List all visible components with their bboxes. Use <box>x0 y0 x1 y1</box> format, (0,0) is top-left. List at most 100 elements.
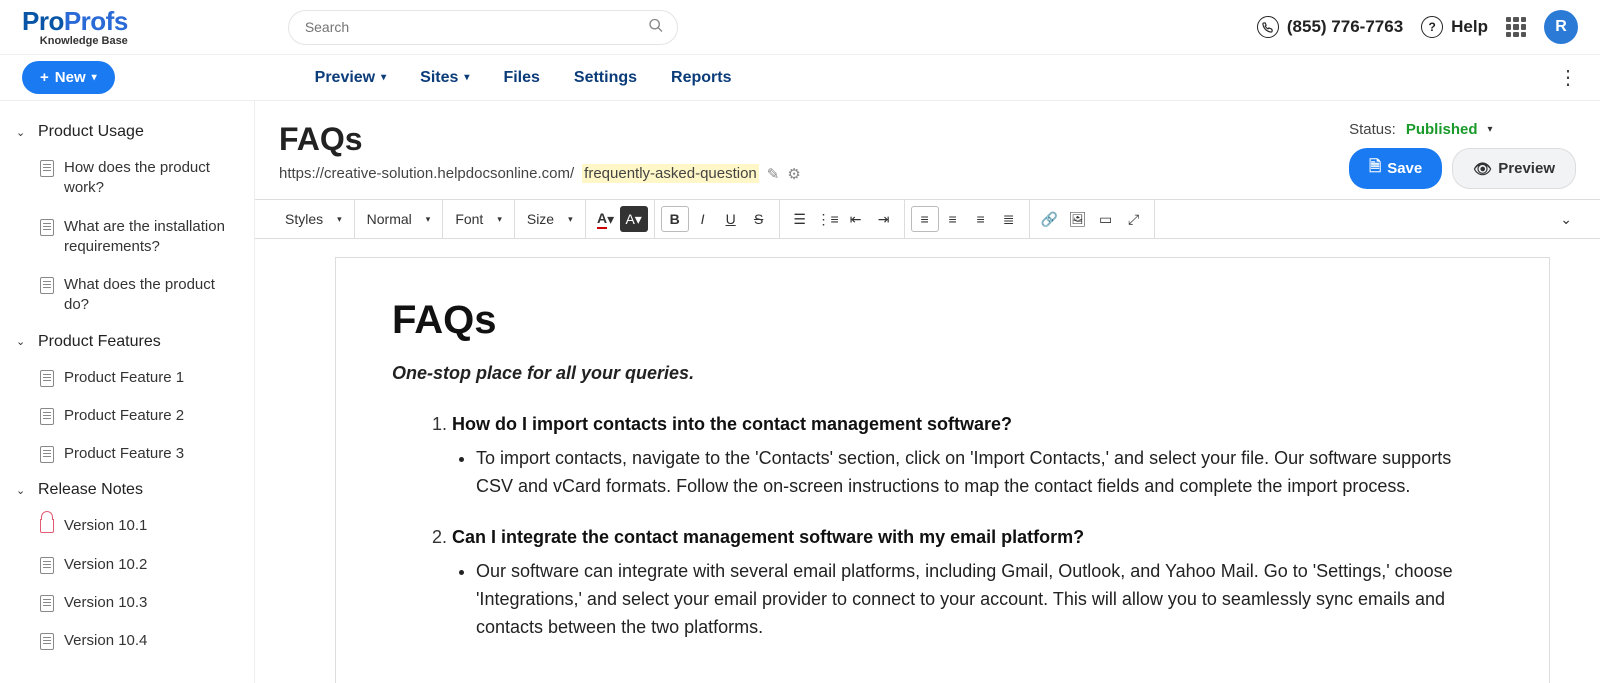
doc-h1[interactable]: FAQs <box>392 298 1493 343</box>
sidebar-section-label: Product Features <box>38 333 161 351</box>
faq-answer[interactable]: To import contacts, navigate to the 'Con… <box>476 445 1493 501</box>
tab-reports[interactable]: Reports <box>671 69 731 87</box>
brand-logo[interactable]: ProProfs Knowledge Base <box>22 8 128 47</box>
tb-size[interactable]: Size▾ <box>515 200 586 238</box>
fullscreen-icon[interactable]: ⤢ <box>1120 206 1148 232</box>
url-row: https://creative-solution.helpdocsonline… <box>279 164 801 183</box>
tab-files[interactable]: Files <box>503 69 539 87</box>
sidebar-item[interactable]: Product Feature 3 <box>0 435 254 473</box>
text-color-icon[interactable]: A▾ <box>592 206 620 232</box>
chevron-down-icon: ▾ <box>381 72 386 83</box>
underline-icon[interactable]: U <box>717 206 745 232</box>
align-center-icon[interactable]: ≡ <box>939 206 967 232</box>
chevron-down-icon: ▾ <box>568 214 573 225</box>
tab-preview[interactable]: Preview▾ <box>315 69 387 87</box>
content: FAQs https://creative-solution.helpdocso… <box>255 101 1600 683</box>
doc-icon <box>40 160 54 177</box>
edit-icon[interactable]: ✎ <box>767 165 780 183</box>
phone-icon <box>1257 16 1279 38</box>
page-title: FAQs <box>279 121 801 158</box>
tb-styles[interactable]: Styles▾ <box>273 200 355 238</box>
align-left-icon[interactable]: ≡ <box>911 206 939 232</box>
gear-icon[interactable]: ⚙ <box>787 165 800 183</box>
help-link[interactable]: ? Help <box>1421 16 1488 38</box>
tb-font[interactable]: Font▾ <box>443 200 515 238</box>
sidebar-section-release-notes[interactable]: ⌄ Release Notes <box>0 473 254 507</box>
align-right-icon[interactable]: ≡ <box>967 206 995 232</box>
more-menu-icon[interactable]: ⋮ <box>1558 65 1578 90</box>
sidebar-section-product-usage[interactable]: ⌄ Product Usage <box>0 115 254 149</box>
new-label: New <box>55 69 86 86</box>
tab-sites[interactable]: Sites▾ <box>420 69 469 87</box>
new-button[interactable]: + New ▾ <box>22 61 115 94</box>
sidebar-item[interactable]: Product Feature 2 <box>0 397 254 435</box>
avatar[interactable]: R <box>1544 10 1578 44</box>
help-icon: ? <box>1421 16 1443 38</box>
sidebar-item[interactable]: How does the product work? <box>0 149 254 208</box>
chevron-down-icon: ⌄ <box>16 335 28 348</box>
brand-pro: Pro <box>22 6 64 36</box>
faq-question[interactable]: How do I import contacts into the contac… <box>452 414 1012 434</box>
faq-item[interactable]: How do I import contacts into the contac… <box>452 414 1493 501</box>
doc-icon <box>40 557 54 574</box>
bg-color-icon[interactable]: A▾ <box>620 206 648 232</box>
outdent-icon[interactable]: ⇤ <box>842 206 870 232</box>
brand-profs: Profs <box>64 6 128 36</box>
phone-number: (855) 776-7763 <box>1287 17 1403 37</box>
toolbar-expand-icon[interactable]: ⌄ <box>1550 211 1582 228</box>
search-input[interactable] <box>288 10 678 45</box>
status-value: Published <box>1406 121 1478 138</box>
chevron-down-icon: ▾ <box>426 214 431 225</box>
sidebar-section-product-features[interactable]: ⌄ Product Features <box>0 325 254 359</box>
topbar: ProProfs Knowledge Base (855) 776-7763 ?… <box>0 0 1600 55</box>
sidebar-section-label: Product Usage <box>38 123 144 141</box>
faq-item[interactable]: Can I integrate the contact management s… <box>452 527 1493 642</box>
editor-area[interactable]: FAQs One-stop place for all your queries… <box>255 239 1600 683</box>
faq-question[interactable]: Can I integrate the contact management s… <box>452 527 1084 547</box>
doc-icon <box>40 446 54 463</box>
sidebar-item[interactable]: Version 10.3 <box>0 584 254 622</box>
preview-button[interactable]: 👁 Preview <box>1452 148 1576 189</box>
doc-sub[interactable]: One-stop place for all your queries. <box>392 363 1493 384</box>
italic-icon[interactable]: I <box>689 206 717 232</box>
sidebar-item[interactable]: Version 10.2 <box>0 546 254 584</box>
sidebar-item[interactable]: Version 10.4 <box>0 622 254 660</box>
brand-sub: Knowledge Base <box>22 36 128 47</box>
lock-icon <box>40 519 54 533</box>
strike-icon[interactable]: S <box>745 206 773 232</box>
bold-icon[interactable]: B <box>661 206 689 232</box>
doc-icon <box>40 595 54 612</box>
tb-normal[interactable]: Normal▾ <box>355 200 444 238</box>
sidebar-item[interactable]: Version 10.1 <box>0 507 254 545</box>
main: ⌄ Product Usage How does the product wor… <box>0 101 1600 683</box>
doc-icon <box>40 408 54 425</box>
ul-icon[interactable]: ⋮≡ <box>814 206 842 232</box>
chevron-down-icon: ▾ <box>497 214 502 225</box>
phone-link[interactable]: (855) 776-7763 <box>1257 16 1403 38</box>
save-icon: 🗎 <box>1369 156 1381 181</box>
sidebar-item[interactable]: Product Feature 1 <box>0 359 254 397</box>
image-icon[interactable]: 🖼 <box>1064 206 1092 232</box>
doc-icon <box>40 277 54 294</box>
save-button[interactable]: 🗎 Save <box>1349 148 1442 189</box>
search-icon[interactable] <box>648 18 664 37</box>
apps-icon[interactable] <box>1506 17 1526 37</box>
sidebar-item[interactable]: What does the product do? <box>0 266 254 325</box>
chevron-down-icon[interactable]: ▾ <box>1488 124 1493 135</box>
ol-icon[interactable]: ☰ <box>786 206 814 232</box>
embed-icon[interactable]: ▭ <box>1092 206 1120 232</box>
link-icon[interactable]: 🔗 <box>1036 206 1064 232</box>
top-right: (855) 776-7763 ? Help R <box>1257 10 1578 44</box>
chevron-down-icon: ▾ <box>464 72 469 83</box>
tab-settings[interactable]: Settings <box>574 69 637 87</box>
url-slug[interactable]: frequently-asked-question <box>582 164 759 183</box>
align-justify-icon[interactable]: ≣ <box>995 206 1023 232</box>
doc-sheet[interactable]: FAQs One-stop place for all your queries… <box>335 257 1550 683</box>
doc-icon <box>40 219 54 236</box>
faq-answer[interactable]: Our software can integrate with several … <box>476 558 1493 642</box>
chevron-down-icon: ▾ <box>92 72 97 83</box>
sidebar: ⌄ Product Usage How does the product wor… <box>0 101 255 683</box>
indent-icon[interactable]: ⇥ <box>870 206 898 232</box>
faq-list[interactable]: How do I import contacts into the contac… <box>392 414 1493 641</box>
sidebar-item[interactable]: What are the installation requirements? <box>0 208 254 267</box>
